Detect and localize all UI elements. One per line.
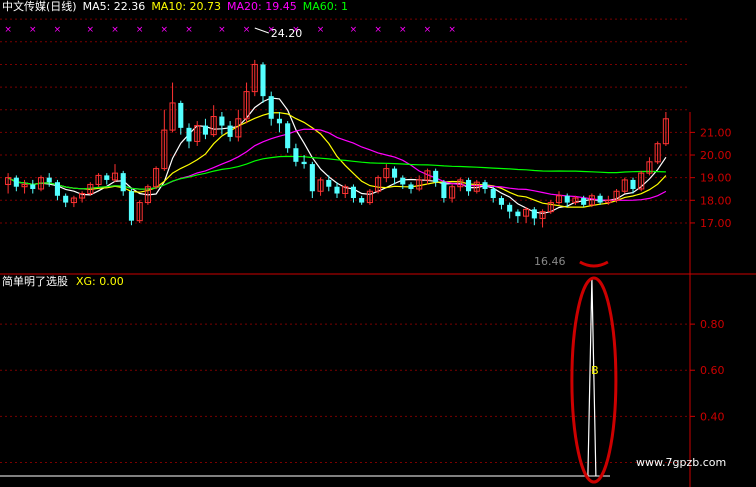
candle-body (219, 116, 225, 126)
candle-body (433, 170, 439, 183)
stock-chart-canvas: 21.00 20.00 19.00 18.00 17.00 × × × × × × × × × × × × × ×… (0, 18, 756, 487)
candle-body (359, 198, 365, 203)
candle-body (276, 118, 282, 124)
signal-mark: × (4, 25, 12, 35)
annotations: 24.20 16.46 (254, 27, 566, 268)
signal-mark: × (136, 25, 144, 35)
signal-mark: × (185, 25, 193, 35)
candle-body (350, 186, 356, 199)
high-marker-label: 24.20 (271, 27, 303, 40)
indicator-value: XG: 0.00 (76, 275, 124, 288)
signal-mark: × (29, 25, 37, 35)
price-tick-label: 21.00 (700, 126, 732, 139)
signal-mark: × (243, 25, 251, 35)
candle-body (466, 179, 472, 192)
signal-mark: × (448, 25, 456, 35)
price-tick-label: 20.00 (700, 149, 732, 162)
indicator-tick-label: 0.40 (700, 410, 725, 423)
indicator-tick-label: 0.60 (700, 364, 725, 377)
candle-body (202, 125, 208, 135)
candle-body (408, 184, 414, 189)
candle-body (63, 195, 69, 203)
candle-body (186, 127, 192, 142)
candle-body (490, 188, 496, 199)
signal-mark: × (350, 25, 358, 35)
price-tick-label: 19.00 (700, 172, 732, 185)
signal-mark: × (399, 25, 407, 35)
price-tick-label: 18.00 (700, 194, 732, 207)
candle-body (515, 211, 521, 217)
indicator-series: B (0, 277, 610, 477)
low-marker-label: 16.46 (534, 255, 566, 268)
candle-body (564, 195, 570, 203)
candle-body (482, 182, 488, 189)
candle-body (498, 198, 504, 205)
indicator-grid (0, 323, 690, 463)
signal-mark: × (218, 25, 226, 35)
candle-body (630, 179, 636, 189)
price-header: 中文传媒(日线) MA5: 22.36 MA10: 20.73 MA20: 19.45… (2, 0, 354, 14)
buy-signal-label: B (591, 364, 599, 377)
indicator-name: 简单明了选股 (2, 275, 68, 288)
signal-mark: × (87, 25, 95, 35)
signal-mark: × (424, 25, 432, 35)
stock-name: 中文传媒(日线) (2, 0, 77, 13)
candle-body (309, 164, 315, 192)
indicator-tick-label: 0.80 (700, 318, 725, 331)
candle-body (441, 182, 447, 199)
candle-body (260, 64, 266, 97)
ma60-label: MA60: 1 (302, 0, 348, 13)
indicator-y-axis: 0.80 0.60 0.40 (690, 318, 725, 423)
ma20-label: MA20: 19.45 (227, 0, 297, 13)
price-y-axis: 21.00 20.00 19.00 18.00 17.00 (690, 126, 732, 230)
ma10-label: MA10: 20.73 (151, 0, 222, 13)
candle-body (120, 173, 126, 192)
watermark: www.7gpzb.com (636, 456, 727, 469)
candle-body (46, 177, 52, 183)
signal-mark: × (54, 25, 62, 35)
indicator-header: 简单明了选股 XG: 0.00 (2, 275, 124, 289)
signal-mark: × (374, 25, 382, 35)
candle-body (301, 161, 307, 165)
ma5-label: MA5: 22.36 (82, 0, 146, 13)
signal-marks: × × × × × × × × × × × × × × × × × × (4, 25, 456, 35)
low-highlight-arc (579, 260, 609, 268)
signal-mark: × (161, 25, 169, 35)
candle-body (597, 195, 603, 203)
candle-body (30, 184, 36, 189)
candle-body (334, 186, 340, 194)
price-tick-label: 17.00 (700, 217, 732, 230)
candles (5, 59, 669, 228)
candle-body (54, 182, 60, 196)
signal-mark: × (111, 25, 119, 35)
candle-body (392, 168, 398, 178)
candle-body (128, 191, 134, 221)
signal-mark: × (317, 25, 325, 35)
candle-body (400, 177, 406, 185)
candle-body (507, 204, 513, 212)
candle-body (13, 177, 19, 187)
candle-body (326, 179, 332, 187)
candle-body (268, 96, 274, 119)
candle-body (581, 198, 587, 205)
candle-body (285, 123, 291, 149)
candle-body (227, 125, 233, 137)
candle-body (293, 148, 299, 162)
candle-body (531, 209, 537, 219)
candle-body (104, 175, 110, 180)
candle-body (178, 102, 184, 128)
